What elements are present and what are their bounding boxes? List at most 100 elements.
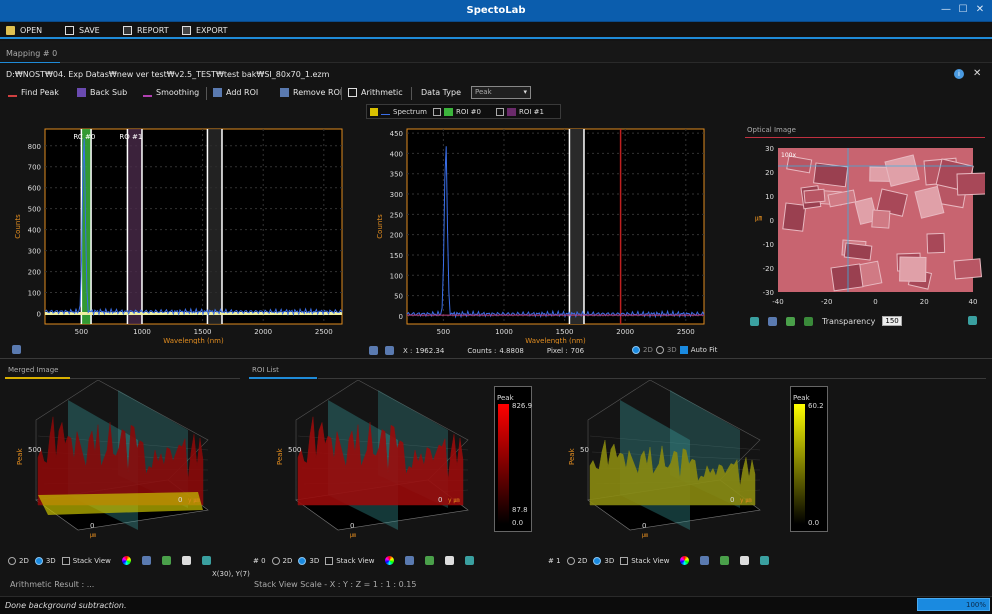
crystal-grain <box>813 162 849 188</box>
roi0-stack-checkbox[interactable] <box>325 556 334 565</box>
file-bar: D:₩NOST₩04. Exp Datas₩new ver test₩v2.5_… <box>0 66 992 82</box>
x-tick-label: 20 <box>920 298 929 306</box>
roi0-checkbox[interactable] <box>433 108 441 116</box>
transparency-input[interactable]: 150 <box>882 316 902 326</box>
merged-3d-plot[interactable]: Peak 500 0 ㎛ 0 y ㎛ <box>8 380 238 550</box>
status-message: Done background subtraction. <box>5 601 127 610</box>
main-spectrum-chart[interactable]: 500 1000 1500 2000 2500 0 50 100 150 200 250 300 350… <box>362 124 712 344</box>
grid-icon[interactable] <box>12 345 21 354</box>
zoom-icon[interactable] <box>201 556 211 565</box>
save-plot-icon[interactable] <box>720 556 730 565</box>
roi-spectrum-chart[interactable]: 500 1000 1500 2000 2500 0 100 200 300 400 500 600 70… <box>0 124 350 344</box>
save-image-icon[interactable] <box>786 316 795 326</box>
legend-roi1[interactable]: ROI #1 <box>496 108 544 116</box>
save-label: SAVE <box>79 26 100 35</box>
y-tick-label: 0 <box>770 217 774 225</box>
zoom-in-icon[interactable] <box>750 316 759 326</box>
cb1-max: 60.2 <box>808 402 824 410</box>
autofit-checkbox[interactable] <box>679 346 688 354</box>
roi0-index: # 0 <box>253 556 266 565</box>
x-value: 1962.34 <box>415 346 445 355</box>
minimize-icon[interactable]: — <box>938 3 954 17</box>
roi0-3d-plot[interactable]: Peak 500 0 ㎛ 0 y ㎛ <box>268 380 488 550</box>
z-axis-label: Peak <box>16 447 24 465</box>
remove-roi-button[interactable]: Remove ROI <box>280 88 342 97</box>
zoom-icon[interactable] <box>760 556 770 565</box>
legend-roi0[interactable]: ROI #0 <box>433 108 481 116</box>
optical-image[interactable]: 100x -40 -20 0 20 40 30 20 10 0 -10 -20 -30 ㎛ <box>745 140 985 315</box>
export-button[interactable]: EXPORT <box>182 24 228 37</box>
y-axis-label: Counts <box>376 214 384 239</box>
roi0-controls: # 0 2D 3D Stack View <box>253 556 475 565</box>
roi1-radio-3d[interactable] <box>593 556 602 565</box>
roi1-checkbox[interactable] <box>496 108 504 116</box>
info-icon[interactable]: i <box>954 69 964 79</box>
roi1-radio-2d[interactable] <box>566 556 575 565</box>
copy-icon[interactable] <box>445 556 455 565</box>
y-tick-label: 200 <box>28 269 41 277</box>
copy-chart-icon[interactable] <box>385 346 394 355</box>
merged-radio-2d[interactable] <box>8 556 16 565</box>
cb0-min: 87.8 <box>512 506 528 514</box>
export-chart-icon[interactable] <box>369 346 378 355</box>
y-axis-label: y ㎛ <box>448 497 459 505</box>
merged-stack-checkbox[interactable] <box>61 556 70 565</box>
merged-2d-label: 2D <box>19 556 29 565</box>
radio-3d[interactable] <box>655 346 664 354</box>
roi0-radio-2d[interactable] <box>271 556 280 565</box>
y-tick-label: 10 <box>765 193 774 201</box>
smoothing-button[interactable]: Smoothing <box>143 88 199 97</box>
save-button[interactable]: SAVE <box>65 24 100 37</box>
image-export-icon[interactable] <box>405 556 415 565</box>
add-roi-icon <box>213 88 222 97</box>
arith-value: ... <box>86 580 95 589</box>
legend-spectrum[interactable]: Spectrum <box>370 108 427 116</box>
counts-value: 4.8808 <box>499 346 524 355</box>
color-palette-icon[interactable] <box>385 556 395 565</box>
image-export-icon[interactable] <box>141 556 151 565</box>
save-plot-icon[interactable] <box>161 556 171 565</box>
roi1-3d-plot[interactable]: Peak 50 0 ㎛ 0 y ㎛ <box>560 380 785 550</box>
copy-icon[interactable] <box>740 556 750 565</box>
save-plot-icon[interactable] <box>425 556 435 565</box>
zoom-icon[interactable] <box>465 556 475 565</box>
arithmetic-button[interactable]: Arithmetic <box>348 88 403 97</box>
roi0-radio-3d[interactable] <box>298 556 307 565</box>
roi-band <box>127 129 142 324</box>
copy-icon[interactable] <box>181 556 191 565</box>
spectrum-swatch <box>381 110 390 115</box>
roi1-stack-checkbox[interactable] <box>620 556 629 565</box>
label-3d: 3D <box>666 346 677 354</box>
data-type-label: Data Type <box>421 88 461 97</box>
y-axis-label: y ㎛ <box>188 497 199 505</box>
tab-mapping-0[interactable]: Mapping # 0 <box>6 49 57 58</box>
x-tick-label: 0 <box>873 298 877 306</box>
zoom-fit-icon[interactable] <box>968 316 977 325</box>
radio-2d[interactable] <box>632 346 640 354</box>
image-icon[interactable] <box>768 316 777 326</box>
image-export-icon[interactable] <box>700 556 710 565</box>
merged-radio-3d[interactable] <box>34 556 43 565</box>
spectrum-checkbox[interactable] <box>370 108 378 116</box>
open-button[interactable]: OPEN <box>6 24 42 37</box>
color-palette-icon[interactable] <box>121 556 131 565</box>
y-tick-label: 200 <box>390 232 403 240</box>
z-axis-label: Peak <box>276 447 284 465</box>
report-button[interactable]: REPORT <box>123 24 169 37</box>
x-axis-label: Wavelength (nm) <box>163 337 224 344</box>
y-tick-label: -20 <box>763 265 774 273</box>
back-sub-button[interactable]: Back Sub <box>77 88 127 97</box>
data-type-select[interactable]: Peak ▾ <box>471 86 531 99</box>
find-peak-button[interactable]: Find Peak <box>8 88 59 97</box>
color-palette-icon[interactable] <box>680 556 690 565</box>
maximize-icon[interactable]: ☐ <box>955 3 971 17</box>
close-icon[interactable]: ✕ <box>973 68 981 79</box>
y-tick-label: 800 <box>28 143 41 151</box>
back-sub-label: Back Sub <box>90 88 128 97</box>
roi1-stack-label: Stack View <box>631 556 670 565</box>
close-window-icon[interactable]: ✕ <box>972 3 988 17</box>
add-roi-button[interactable]: Add ROI <box>213 88 258 97</box>
x-axis-label: ㎛ <box>90 532 96 540</box>
overlay-icon[interactable] <box>804 316 813 326</box>
chart-toggle <box>12 345 21 354</box>
